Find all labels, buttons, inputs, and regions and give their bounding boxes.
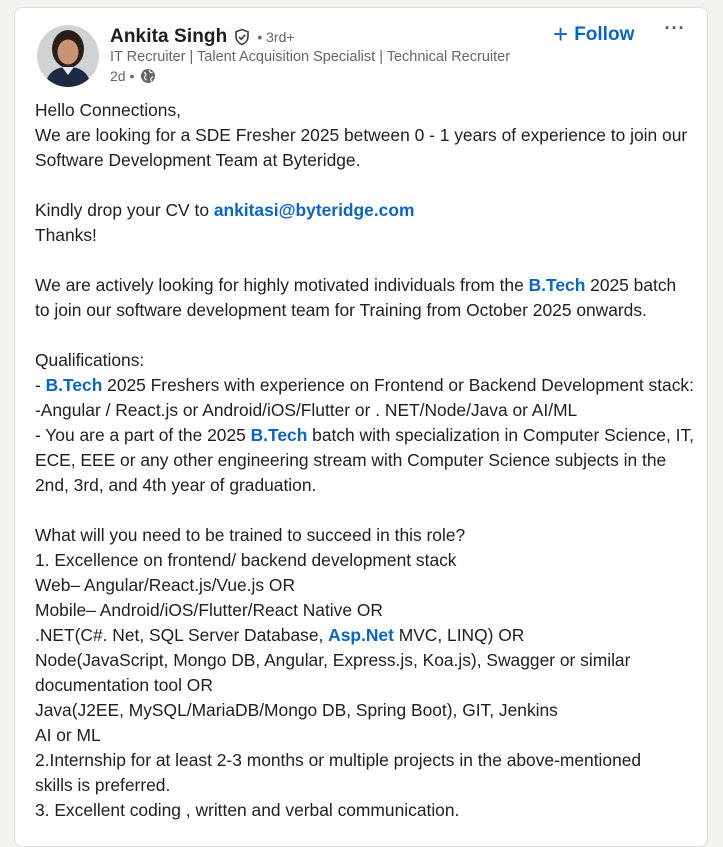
hashtag-link-btech[interactable]: B.Tech: [529, 275, 586, 295]
post-line: - You are a part of the 2025 B.Tech batc…: [35, 423, 699, 448]
post-text: 2025 Freshers with experience on Fronten…: [102, 375, 694, 395]
post-line: Node(JavaScript, Mongo DB, Angular, Expr…: [35, 650, 631, 670]
post-meta: 2d •: [110, 68, 156, 84]
post-line: documentation tool OR: [35, 675, 213, 695]
follow-label: Follow: [574, 24, 635, 45]
post-line: skills is preferred.: [35, 775, 171, 795]
post-line: Thanks!: [35, 225, 97, 245]
post-line: to join our software development team fo…: [35, 300, 647, 320]
post-line: 1. Excellence on frontend/ backend devel…: [35, 550, 457, 570]
post-line: - B.Tech 2025 Freshers with experience o…: [35, 373, 699, 398]
post-line: AI or ML: [35, 725, 101, 745]
post-card: Ankita Singh • 3rd+ IT Recruiter | Talen…: [14, 7, 708, 847]
post-text: batch with specialization in Computer Sc…: [307, 425, 694, 445]
post-text: We are actively looking for highly motiv…: [35, 275, 529, 295]
post-line: 2nd, 3rd, and 4th year of graduation.: [35, 475, 317, 495]
email-link[interactable]: ankitasi@byteridge.com: [214, 200, 415, 220]
post-body: Hello Connections, We are looking for a …: [35, 98, 699, 823]
post-text: - You are a part of the 2025: [35, 425, 251, 445]
post-text: 2025 batch: [585, 275, 677, 295]
post-text: Kindly drop your CV to: [35, 200, 214, 220]
author-avatar[interactable]: [37, 25, 99, 87]
post-line: Mobile– Android/iOS/Flutter/React Native…: [35, 600, 383, 620]
post-line: -Angular / React.js or Android/iOS/Flutt…: [35, 400, 578, 420]
post-line: Web– Angular/React.js/Vue.js OR: [35, 575, 296, 595]
post-line: Kindly drop your CV to ankitasi@byteridg…: [35, 198, 699, 223]
post-line: Qualifications:: [35, 350, 145, 370]
globe-icon: [140, 68, 156, 84]
author-name[interactable]: Ankita Singh: [110, 26, 227, 48]
post-text: -: [35, 375, 46, 395]
post-line: 3. Excellent coding , written and verbal…: [35, 800, 460, 820]
connection-degree: • 3rd+: [257, 29, 295, 45]
post-text: MVC, LINQ) OR: [393, 625, 525, 645]
post-line: What will you need to be trained to succ…: [35, 525, 466, 545]
post-line: ECE, EEE or any other engineering stream…: [35, 450, 667, 470]
post-line: Hello Connections,: [35, 100, 181, 120]
plus-icon: +: [553, 18, 569, 49]
verified-shield-icon: [233, 28, 251, 46]
post-line: Software Development Team at Byteridge.: [35, 150, 361, 170]
post-line: Java(J2EE, MySQL/MariaDB/Mongo DB, Sprin…: [35, 700, 558, 720]
follow-button[interactable]: + Follow: [553, 21, 634, 49]
post-text: .NET(C#. Net, SQL Server Database,: [35, 625, 329, 645]
hashtag-link-btech[interactable]: B.Tech: [46, 375, 103, 395]
author-headline: IT Recruiter | Talent Acquisition Specia…: [110, 49, 511, 65]
post-line: We are looking for a SDE Fresher 2025 be…: [35, 125, 688, 145]
aspnet-link[interactable]: Asp.Net: [328, 625, 394, 645]
post-line: We are actively looking for highly motiv…: [35, 273, 699, 298]
hashtag-link-btech[interactable]: B.Tech: [251, 425, 308, 445]
ellipsis-icon[interactable]: ···: [662, 19, 688, 43]
author-row: Ankita Singh • 3rd+: [110, 25, 295, 49]
post-line: 2.Internship for at least 2-3 months or …: [35, 750, 642, 770]
post-time: 2d •: [110, 68, 135, 84]
post-line: .NET(C#. Net, SQL Server Database, Asp.N…: [35, 623, 699, 648]
